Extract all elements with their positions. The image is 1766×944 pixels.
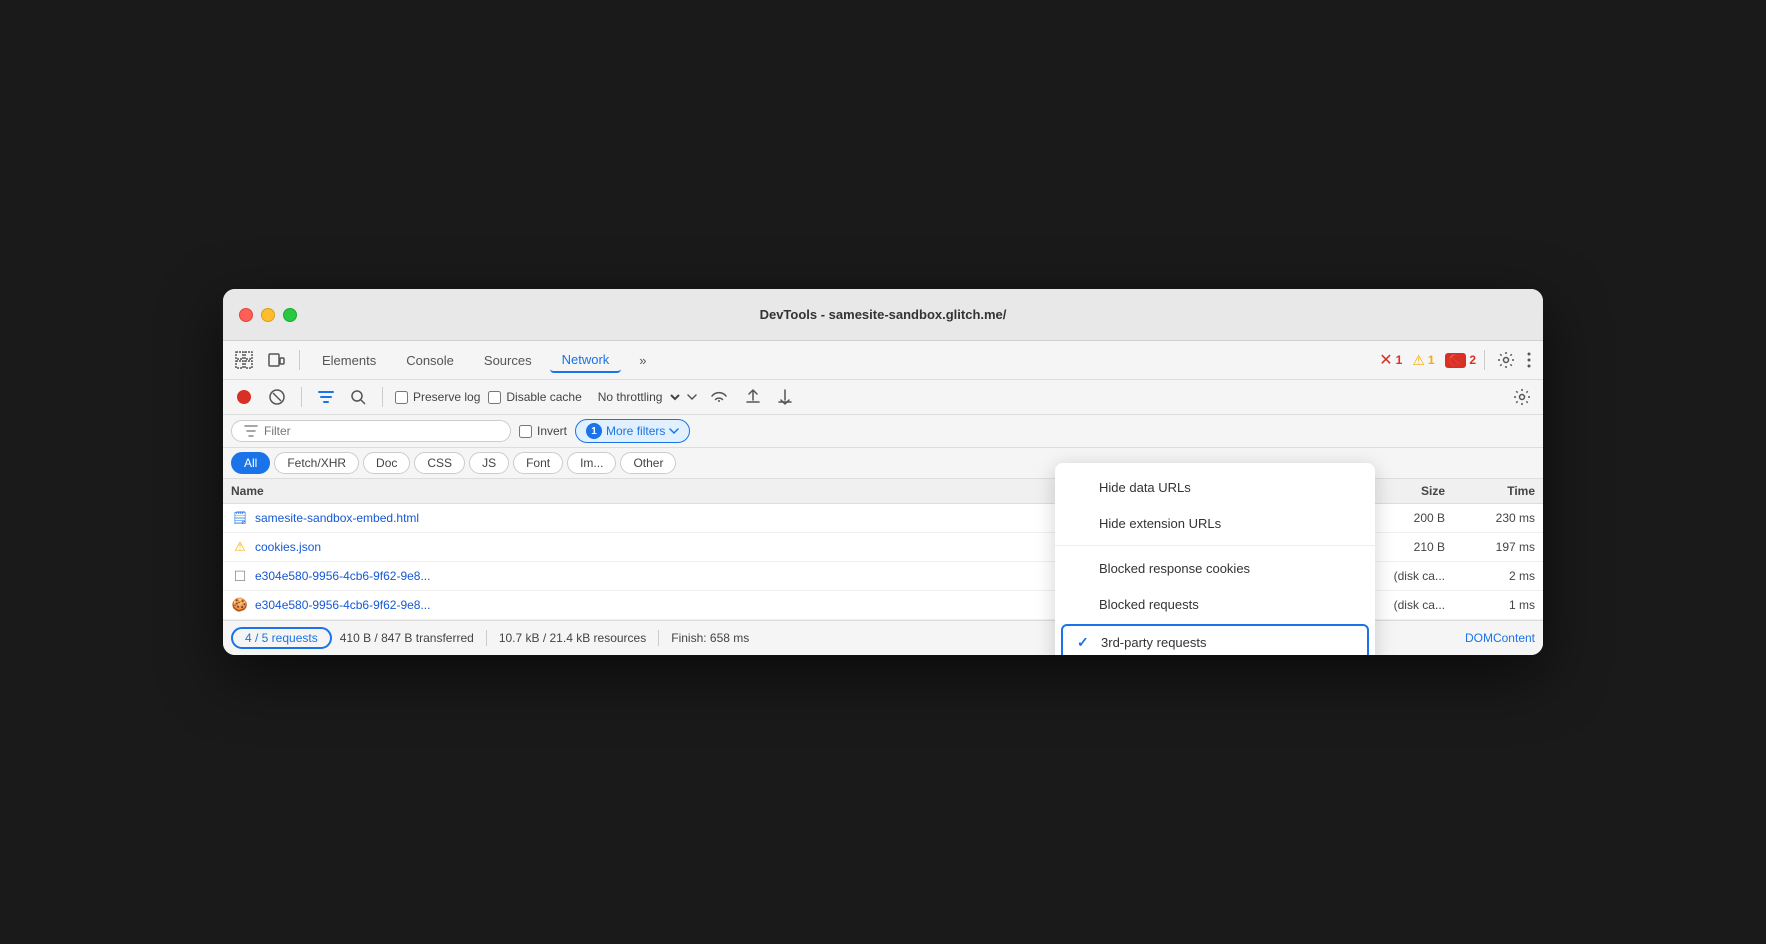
row-time: 197 ms — [1445, 540, 1535, 554]
resources-size: 10.7 kB / 21.4 kB resources — [499, 631, 646, 645]
devtools-window: DevTools - samesite-sandbox.glitch.me/ E… — [223, 289, 1543, 655]
filter-funnel-icon — [244, 424, 258, 438]
close-button[interactable] — [239, 308, 253, 322]
requests-count: 4 / 5 requests — [231, 627, 332, 649]
tab-more[interactable]: » — [627, 349, 658, 372]
dropdown-item-hide-extension-urls[interactable]: Hide extension URLs — [1055, 505, 1375, 541]
filter-icon[interactable] — [314, 385, 338, 409]
tab-sources[interactable]: Sources — [472, 349, 544, 372]
check-icon — [1075, 515, 1091, 531]
more-filters-badge: 1 — [586, 423, 602, 439]
tab-elements[interactable]: Elements — [310, 349, 388, 372]
throttle-control: No throttling Fast 3G Slow 3G — [590, 387, 697, 407]
record-button[interactable] — [231, 384, 257, 410]
divider2 — [1484, 350, 1485, 370]
network-settings-icon[interactable] — [1509, 384, 1535, 410]
filter-tab-css[interactable]: CSS — [414, 452, 465, 474]
status-divider2 — [658, 630, 659, 646]
check-icon — [1075, 479, 1091, 495]
invert-wrap: Invert — [519, 424, 567, 438]
dropdown-item-hide-data-urls[interactable]: Hide data URLs — [1055, 469, 1375, 505]
warn-icon: ⚠ — [1412, 352, 1425, 369]
filter-tab-js[interactable]: JS — [469, 452, 509, 474]
tab-console[interactable]: Console — [394, 349, 466, 372]
divider3 — [301, 387, 302, 407]
wifi-icon[interactable] — [705, 385, 733, 409]
badge-group: ✕ 1 ⚠ 1 🚫 2 — [1379, 347, 1535, 373]
window-title: DevTools - samesite-sandbox.glitch.me/ — [760, 307, 1007, 322]
chevron-down-icon — [687, 392, 697, 402]
maximize-button[interactable] — [283, 308, 297, 322]
transferred-size: 410 B / 847 B transferred — [340, 631, 474, 645]
more-filters-dropdown: Hide data URLs Hide extension URLs Block… — [1055, 463, 1375, 655]
row-time: 230 ms — [1445, 511, 1535, 525]
row-time: 2 ms — [1445, 569, 1535, 583]
traffic-lights — [239, 308, 297, 322]
error-count: 1 — [1396, 353, 1403, 367]
info-count: 2 — [1469, 353, 1476, 367]
status-divider — [486, 630, 487, 646]
throttle-select[interactable]: No throttling Fast 3G Slow 3G — [590, 387, 683, 407]
disable-cache-label[interactable]: Disable cache — [488, 390, 581, 404]
divider — [299, 350, 300, 370]
filter-tab-font[interactable]: Font — [513, 452, 563, 474]
filter-tab-all[interactable]: All — [231, 452, 270, 474]
preserve-log-label[interactable]: Preserve log — [395, 390, 480, 404]
domcontent-label: DOMContent — [1465, 631, 1535, 645]
more-filters-button[interactable]: 1 More filters — [575, 419, 690, 443]
filter-tab-doc[interactable]: Doc — [363, 452, 410, 474]
upload-icon[interactable] — [741, 385, 765, 409]
preserve-log-checkbox[interactable] — [395, 391, 408, 404]
titlebar: DevTools - samesite-sandbox.glitch.me/ — [223, 289, 1543, 341]
inspect-icon[interactable] — [231, 347, 257, 373]
minimize-button[interactable] — [261, 308, 275, 322]
tab-network[interactable]: Network — [550, 348, 622, 373]
settings-icon[interactable] — [1493, 347, 1519, 373]
filter-tab-other[interactable]: Other — [620, 452, 676, 474]
divider4 — [382, 387, 383, 407]
filter-input-wrap — [231, 420, 511, 442]
filter-tab-fetch-xhr[interactable]: Fetch/XHR — [274, 452, 359, 474]
more-filters-area: 1 More filters Hide data URLs Hide exten… — [575, 419, 690, 443]
filter-tab-img[interactable]: Im... — [567, 452, 616, 474]
more-icon[interactable] — [1523, 348, 1535, 372]
filter-input[interactable] — [264, 424, 464, 438]
cookie-icon: 🍪 — [231, 596, 249, 614]
dropdown-divider — [1055, 545, 1375, 546]
finish-time: Finish: 658 ms — [671, 631, 749, 645]
warn-icon: ⚠ — [231, 538, 249, 556]
download-icon[interactable] — [773, 385, 797, 409]
check-icon — [1075, 560, 1091, 576]
chevron-down-icon — [669, 427, 679, 435]
doc-icon: 🗒 — [231, 509, 249, 527]
row-time: 1 ms — [1445, 598, 1535, 612]
invert-checkbox[interactable] — [519, 425, 532, 438]
dropdown-item-blocked-requests[interactable]: Blocked requests — [1055, 586, 1375, 622]
clear-icon[interactable] — [265, 385, 289, 409]
check-mark-icon: ✓ — [1077, 634, 1093, 651]
dropdown-item-3rd-party-requests[interactable]: ✓ 3rd-party requests — [1061, 624, 1369, 655]
generic-icon: ☐ — [231, 567, 249, 585]
main-toolbar: Elements Console Sources Network » ✕ 1 ⚠… — [223, 341, 1543, 380]
dropdown-item-blocked-response-cookies[interactable]: Blocked response cookies — [1055, 550, 1375, 586]
filter-toolbar: Invert 1 More filters Hide data URLs Hid… — [223, 415, 1543, 448]
info-icon: 🚫 — [1445, 353, 1467, 368]
search-icon[interactable] — [346, 385, 370, 409]
device-icon[interactable] — [263, 347, 289, 373]
disable-cache-checkbox[interactable] — [488, 391, 501, 404]
record-circle-icon — [237, 390, 251, 404]
warn-count: 1 — [1428, 353, 1435, 367]
col-header-time: Time — [1445, 484, 1535, 498]
network-toolbar: Preserve log Disable cache No throttling… — [223, 380, 1543, 415]
error-icon: ✕ — [1379, 350, 1392, 370]
check-icon — [1075, 596, 1091, 612]
